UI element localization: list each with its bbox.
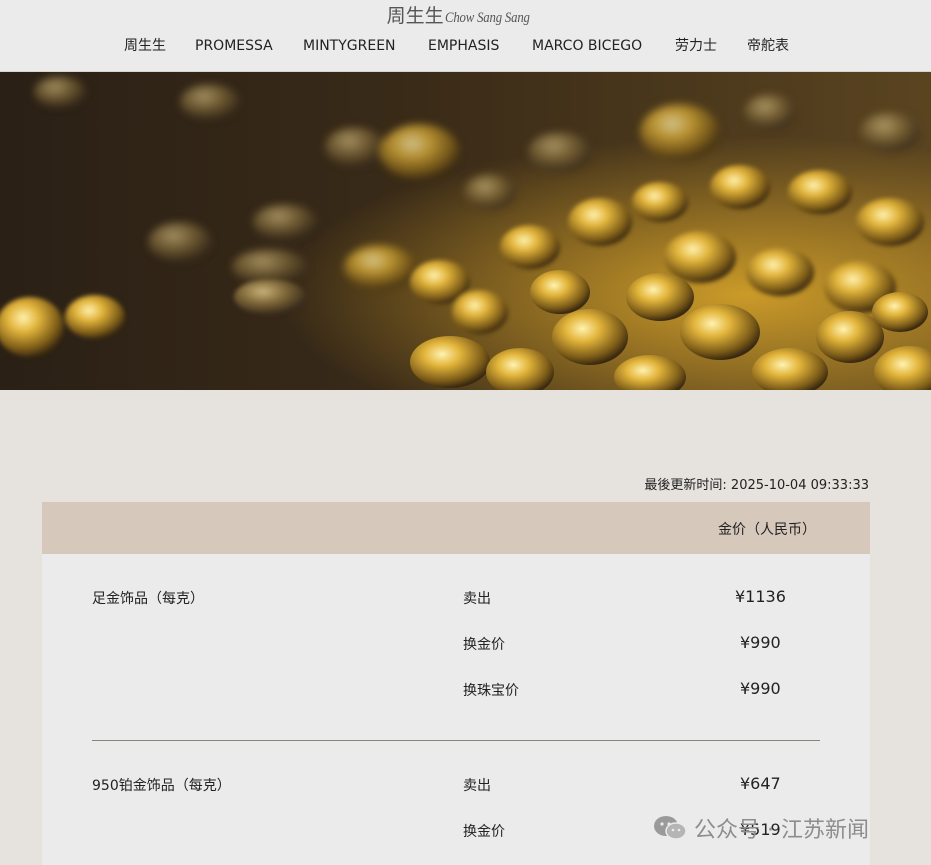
- nav-item-marco-bicego[interactable]: MARCO BICEGO: [532, 38, 642, 55]
- gold-nuggets-illustration: [0, 72, 931, 390]
- logo-chinese: 周生生: [386, 5, 444, 27]
- price-value: ¥990: [740, 679, 781, 698]
- nav-item-rolex[interactable]: 劳力士: [675, 38, 717, 55]
- price-value: ¥990: [740, 633, 781, 652]
- price-type-label: 换金价: [463, 637, 505, 653]
- price-value: ¥1136: [735, 587, 786, 606]
- last-updated-label: 最後更新时间:: [644, 478, 727, 493]
- nav-item-chow-sang-sang[interactable]: 周生生: [124, 38, 166, 55]
- price-type-label: 换金价: [463, 824, 505, 840]
- product-name-gold: 足金饰品（每克）: [92, 591, 204, 607]
- brand-logo[interactable]: 周生生Chow Sang Sang: [0, 4, 931, 30]
- watermark-text: 公众号 · 江苏新闻: [694, 818, 869, 843]
- gold-banner-image: [0, 72, 931, 390]
- nav-item-mintygreen[interactable]: MINTYGREEN: [303, 38, 396, 55]
- product-name-platinum: 950铂金饰品（每克）: [92, 778, 231, 794]
- nav-item-promessa[interactable]: PROMESSA: [195, 38, 273, 55]
- wechat-icon: [654, 816, 687, 840]
- price-value: ¥647: [740, 774, 781, 793]
- site-header: 周生生Chow Sang Sang 周生生 PROMESSA MINTYGREE…: [0, 0, 931, 72]
- main-nav: 周生生 PROMESSA MINTYGREEN EMPHASIS MARCO B…: [0, 38, 931, 56]
- wechat-watermark: 公众号 · 江苏新闻: [652, 812, 869, 846]
- nav-item-emphasis[interactable]: EMPHASIS: [428, 38, 499, 55]
- column-header-gold-price: 金价（人民币）: [718, 522, 816, 538]
- row-divider: [92, 740, 820, 741]
- nav-item-tudor[interactable]: 帝舵表: [747, 38, 789, 55]
- last-updated-datetime: 2025-10-04 09:33:33: [730, 478, 869, 493]
- last-updated: 最後更新时间: 2025-10-04 09:33:33: [644, 474, 869, 493]
- price-type-label: 卖出: [463, 778, 491, 794]
- price-table-header: 金价（人民币）: [42, 502, 870, 554]
- price-type-label: 卖出: [463, 591, 491, 607]
- logo-latin: Chow Sang Sang: [444, 10, 530, 26]
- price-type-label: 换珠宝价: [463, 683, 519, 699]
